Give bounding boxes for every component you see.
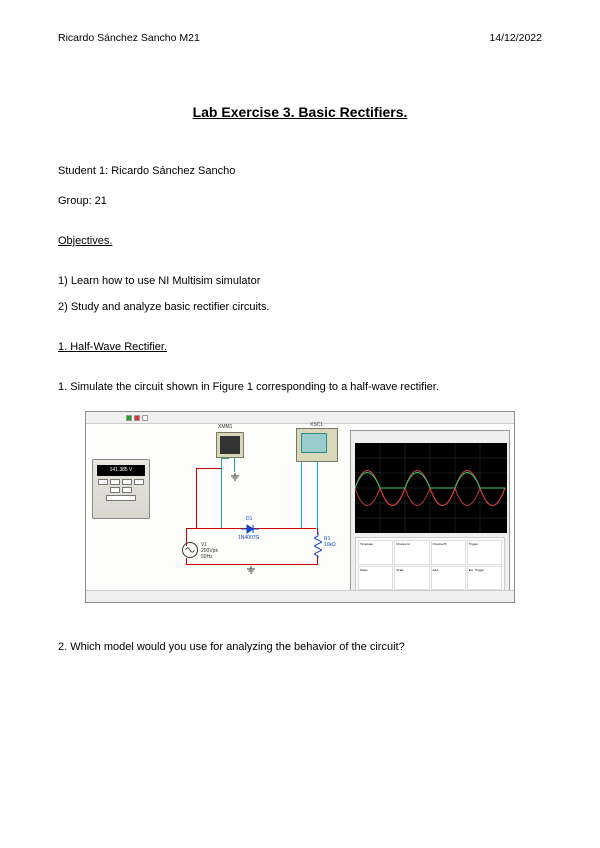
wire-cyan (301, 462, 302, 528)
wire-green (221, 458, 222, 528)
scope-cell: Timebase (358, 540, 393, 565)
mm-btn (110, 487, 120, 493)
objectives-heading: Objectives. (58, 235, 542, 247)
section-1-heading: 1. Half-Wave Rectifier. (58, 341, 542, 353)
oscilloscope-controls: Timebase Channel A Channel B Trigger Sca… (355, 537, 505, 593)
resistor (314, 532, 322, 558)
diode-component (241, 524, 259, 534)
question-1: 1. Simulate the circuit shown in Figure … (58, 381, 542, 393)
multimeter-window: 141.385 V (92, 459, 150, 519)
simulation-screenshot: 141.385 V XMM1 XSC1 D1 1N4007G (85, 411, 515, 603)
wire (196, 468, 221, 469)
page-header: Ricardo Sánchez Sancho M21 14/12/2022 (58, 32, 542, 44)
question-2: 2. Which model would you use for analyzi… (58, 641, 542, 653)
scope-cell: Add (431, 566, 466, 591)
scope-cell: Scale (394, 566, 429, 591)
mm-btn (98, 479, 108, 485)
scope-cell: Channel A (394, 540, 429, 565)
sim-toolbar (86, 412, 514, 424)
group-line: Group: 21 (58, 195, 542, 207)
wire-green (221, 458, 229, 459)
mm-btn (110, 479, 120, 485)
ground-icon (230, 472, 240, 480)
oscilloscope-window: Timebase Channel A Channel B Trigger Sca… (350, 430, 510, 598)
mm-btn (134, 479, 144, 485)
scope-cell: Ext. Trigger (467, 566, 502, 591)
author-name: Ricardo Sánchez Sancho M21 (58, 32, 200, 44)
ac-source (182, 542, 198, 558)
wire-cyan (317, 462, 318, 528)
scope-cell: Channel B (431, 540, 466, 565)
source-f: 50Hz (201, 554, 213, 560)
play-icon (126, 415, 132, 421)
oscilloscope-screen (355, 443, 507, 533)
xmm-instrument-icon (216, 432, 244, 458)
scope-cell: Trigger (467, 540, 502, 565)
xsc-instrument-icon (296, 428, 338, 462)
xsc-label: XSC1 (310, 422, 323, 428)
student-line: Student 1: Ricardo Sánchez Sancho (58, 165, 542, 177)
diode-ref: D1 (246, 516, 252, 522)
wire (186, 558, 187, 565)
stop-icon (142, 415, 148, 421)
ground-icon (246, 565, 256, 573)
mm-set-btn (106, 495, 136, 501)
document-title: Lab Exercise 3. Basic Rectifiers. (58, 104, 542, 120)
xmm-label: XMM1 (218, 424, 232, 430)
multimeter-reading: 141.385 V (97, 465, 145, 476)
pause-icon (134, 415, 140, 421)
mm-btn (122, 487, 132, 493)
circuit-canvas: 141.385 V XMM1 XSC1 D1 1N4007G (86, 424, 514, 590)
wire-green (234, 458, 235, 472)
objective-1: 1) Learn how to use NI Multisim simulato… (58, 275, 542, 287)
objective-2: 2) Study and analyze basic rectifier cir… (58, 301, 542, 313)
mm-btn (122, 479, 132, 485)
wire (196, 468, 197, 528)
res-val: 10kΩ (324, 542, 336, 548)
sim-statusbar (86, 590, 514, 602)
scope-cell: Scale (358, 566, 393, 591)
document-date: 14/12/2022 (489, 32, 542, 44)
diode-part: 1N4007G (238, 535, 259, 541)
